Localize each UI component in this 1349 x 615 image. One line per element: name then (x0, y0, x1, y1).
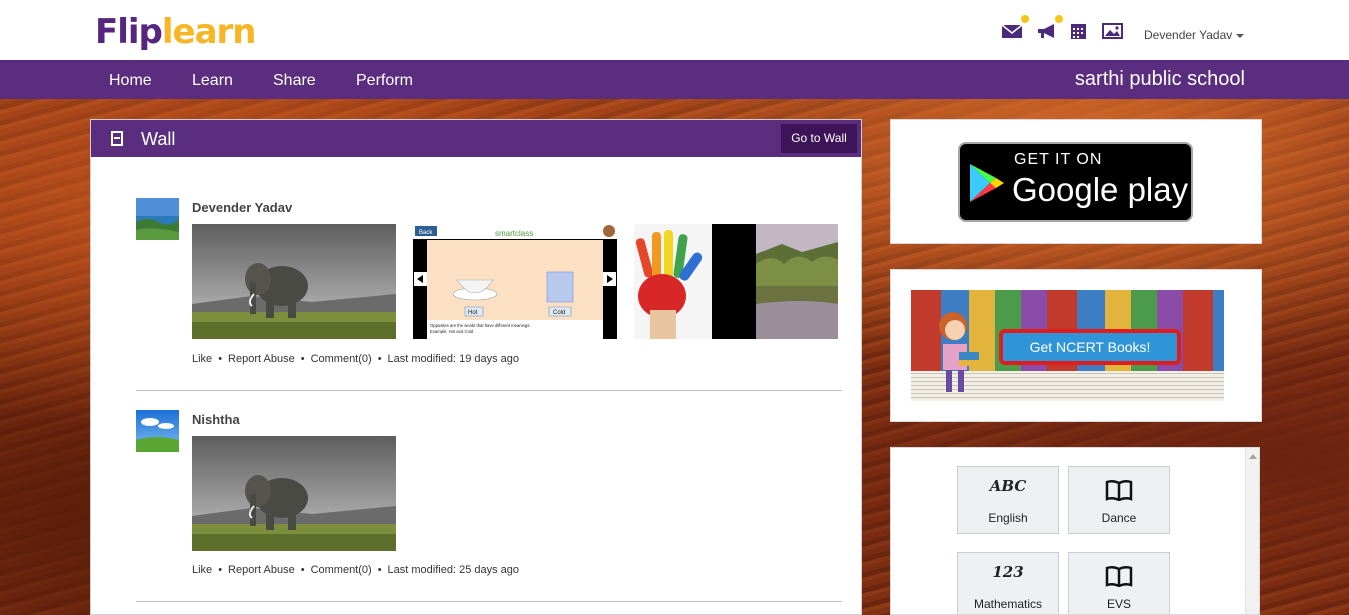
subjects-panel: ABC English Dance 123 Mathematics EVS (890, 447, 1260, 615)
last-modified: Last modified: 25 days ago (387, 564, 520, 576)
elephant-photo[interactable] (192, 224, 396, 339)
subject-mathematics[interactable]: 123 Mathematics (957, 552, 1059, 614)
logo-flip-text: Flip (95, 12, 163, 52)
scroll-up-arrow-icon[interactable] (1249, 454, 1257, 459)
get-ncert-books-button: Get NCERT Books! (999, 329, 1181, 365)
nav-home[interactable]: Home (109, 72, 152, 90)
smartclass-hot-cold-slide[interactable]: Back smartclass Hot Cold Opposites are t… (413, 224, 617, 339)
announcement-notification-dot (1055, 15, 1063, 23)
nav-perform[interactable]: Perform (356, 72, 413, 90)
post-divider (136, 601, 842, 602)
girl-with-books-illustration (939, 312, 979, 392)
wall-panel: Wall Go to Wall Devender Yadav Back smar… (90, 119, 862, 615)
school-name: sarthi public school (1074, 68, 1245, 90)
wall-title: Wall (141, 129, 176, 149)
book-icon (1105, 479, 1133, 501)
top-header: Fliplearn Devender Yadav (0, 0, 1349, 60)
nav-learn[interactable]: Learn (192, 72, 233, 90)
subjects-scrollbar[interactable] (1245, 448, 1259, 614)
nav-share[interactable]: Share (273, 72, 316, 90)
report-abuse-link[interactable]: Report Abuse (228, 564, 295, 576)
subject-label: English (988, 511, 1028, 525)
book-icon (1105, 565, 1133, 587)
mail-icon[interactable] (1001, 22, 1023, 40)
comment-link[interactable]: Comment(0) (311, 353, 372, 365)
report-abuse-link[interactable]: Report Abuse (228, 353, 295, 365)
go-to-wall-button[interactable]: Go to Wall (781, 124, 857, 153)
calendar-icon[interactable] (1068, 22, 1090, 40)
post-actions: Like • Report Abuse • Comment(0) • Last modifi… (192, 353, 520, 365)
chevron-down-icon (1236, 33, 1245, 38)
slide-cold-label: Cold (553, 310, 565, 316)
like-link[interactable]: Like (192, 353, 212, 365)
google-play-large-text: Google play (1012, 171, 1189, 208)
user-menu[interactable]: Devender Yadav (1144, 28, 1245, 42)
abc-icon: ABC (989, 477, 1027, 495)
megaphone-icon[interactable] (1036, 22, 1058, 40)
subject-evs[interactable]: EVS (1068, 552, 1170, 614)
post-divider (136, 390, 842, 391)
subject-label: Dance (1101, 511, 1137, 525)
google-play-badge[interactable]: GET IT ON Google play (958, 142, 1193, 222)
subject-label: Mathematics (973, 597, 1043, 611)
post-author[interactable]: Devender Yadav (192, 200, 292, 215)
ncert-card: Get NCERT Books! (890, 269, 1262, 422)
slide-caption: Opposites are the words that have differ… (430, 323, 530, 328)
fliplearn-logo[interactable]: Fliplearn (95, 10, 257, 54)
like-link[interactable]: Like (192, 564, 212, 576)
wall-post: Nishtha Like • Report Abuse • Comment(0) • Las… (136, 410, 842, 590)
post-actions: Like • Report Abuse • Comment(0) • Last modifi… (192, 564, 520, 576)
elephant-photo[interactable] (192, 436, 396, 551)
comment-link[interactable]: Comment(0) (311, 564, 372, 576)
lake-palm-trees-photo[interactable] (712, 224, 838, 339)
last-modified: Last modified: 19 days ago (387, 353, 520, 365)
google-play-card: GET IT ON Google play (890, 119, 1262, 244)
avatar[interactable] (136, 198, 179, 240)
subject-english[interactable]: ABC English (957, 466, 1059, 534)
slide-example: Example: Hot and Cold (430, 329, 474, 334)
avatar[interactable] (136, 410, 179, 452)
post-author[interactable]: Nishtha (192, 412, 240, 427)
numbers-icon: 123 (992, 563, 1024, 581)
slide-back-label: Back (419, 230, 433, 236)
main-nav: Home Learn Share Perform sarthi public s… (0, 60, 1349, 99)
painted-hand-photo[interactable] (634, 224, 714, 339)
logo-learn-text: learn (161, 12, 257, 52)
wall-book-icon (111, 131, 123, 146)
wall-post: Devender Yadav Back smartclass Hot Cold … (136, 198, 842, 378)
subject-dance[interactable]: Dance (1068, 466, 1170, 534)
play-store-icon (970, 164, 1004, 202)
slide-hot-label: Hot (468, 310, 478, 316)
user-name: Devender Yadav (1144, 28, 1233, 42)
slide-brand: smartclass (495, 229, 533, 238)
mail-notification-dot (1021, 15, 1029, 23)
gallery-icon[interactable] (1102, 22, 1124, 40)
ncert-banner[interactable]: Get NCERT Books! (911, 290, 1224, 401)
wall-header: Wall Go to Wall (91, 120, 861, 157)
subject-label: EVS (1106, 597, 1131, 611)
google-play-small-text: GET IT ON (1014, 151, 1103, 168)
